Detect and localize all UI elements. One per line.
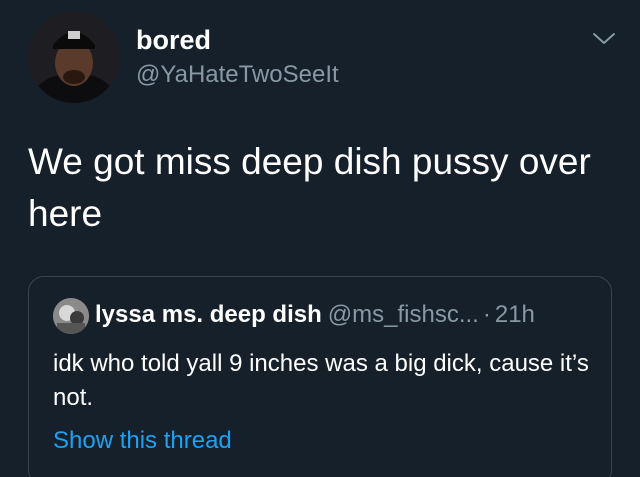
quoted-tweet-header: lyssa ms. deep dish @ms_fishsc... · 21h (95, 299, 535, 331)
author-handle[interactable]: @YaHateTwoSeeIt (136, 61, 339, 89)
tweet-text: We got miss deep dish pussy over here (28, 141, 591, 234)
quoted-tweet-card[interactable]: lyssa ms. deep dish @ms_fishsc... · 21h idk… (28, 276, 612, 477)
author-avatar[interactable] (28, 11, 120, 103)
chevron-down-icon[interactable] (590, 28, 618, 48)
show-thread-link[interactable]: Show this thread (53, 425, 232, 457)
separator-dot: · (482, 301, 491, 328)
quoted-author-name[interactable]: lyssa ms. deep dish (95, 301, 322, 328)
author-display-name[interactable]: bored (136, 24, 211, 56)
quoted-author-handle[interactable]: @ms_fishsc... (328, 301, 479, 328)
quoted-author-avatar[interactable] (53, 298, 89, 334)
avatar-photo-icon (28, 11, 120, 103)
quoted-tweet-text: idk who told yall 9 inches was a big dic… (53, 350, 589, 411)
avatar-photo-icon (53, 298, 89, 334)
quoted-tweet-timestamp[interactable]: 21h (495, 301, 535, 328)
